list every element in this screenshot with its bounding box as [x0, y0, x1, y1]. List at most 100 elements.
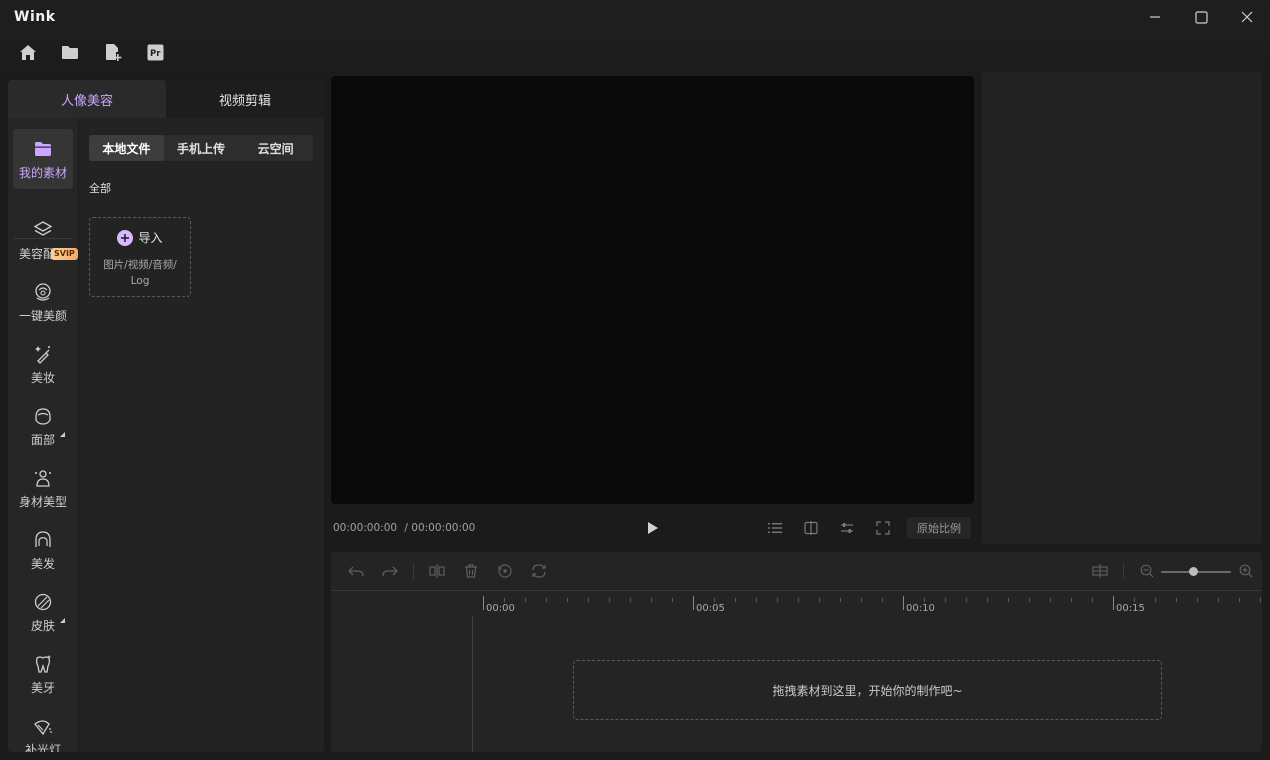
redo-button[interactable]: [381, 562, 399, 580]
play-button[interactable]: [644, 519, 662, 537]
nav-face[interactable]: 面部: [13, 396, 73, 456]
nav-hair[interactable]: 美发: [13, 520, 73, 580]
zoom-out-button[interactable]: [1138, 562, 1156, 580]
nav-my-materials[interactable]: 我的素材: [13, 129, 73, 189]
freeze-icon: [498, 564, 512, 578]
nav-label: 美妆: [30, 370, 55, 385]
folder-icon: [62, 45, 78, 59]
tooth-icon: [32, 653, 54, 675]
minimize-button[interactable]: [1140, 4, 1170, 30]
premiere-export-button[interactable]: Pr: [145, 42, 165, 62]
compare-button[interactable]: [802, 519, 820, 537]
nav-beauty-recipe[interactable]: 美容配方: [13, 210, 73, 270]
time-ruler[interactable]: 00:00 00:05 00:10 00:15: [331, 592, 1262, 616]
import-row: 导入: [90, 229, 190, 246]
toolbar-separator: [1123, 563, 1124, 579]
split-icon: [429, 564, 445, 578]
properties-panel: [982, 72, 1262, 544]
filter-all[interactable]: 全部: [89, 180, 111, 196]
ruler-label: 00:05: [696, 603, 725, 614]
nav-label: 美牙: [30, 680, 55, 695]
makeup-icon: [32, 343, 54, 365]
face-icon: [32, 405, 54, 427]
current-time: 00:00:00:00: [333, 522, 398, 534]
open-folder-button[interactable]: [60, 42, 80, 62]
layers-icon: [32, 219, 54, 241]
trash-icon: [465, 564, 477, 578]
mode-tabs: 人像美容 视频剪辑: [8, 80, 324, 118]
snap-button[interactable]: [1091, 562, 1109, 580]
list-icon: [768, 523, 782, 533]
svg-text:Pr: Pr: [150, 49, 161, 59]
track-header-divider: [472, 616, 473, 752]
aspect-ratio-button[interactable]: 原始比例: [907, 517, 971, 539]
materials-content: 本地文件 手机上传 云空间 全部 导入 图片/视频/音频/ Log: [80, 118, 324, 752]
import-hint: 图片/视频/音频/ Log: [90, 257, 190, 289]
close-button[interactable]: [1232, 4, 1262, 30]
tab-video-edit[interactable]: 视频剪辑: [166, 80, 324, 118]
undo-icon: [348, 566, 364, 577]
undo-button[interactable]: [347, 562, 365, 580]
import-hint-line1: 图片/视频/音频/: [103, 259, 177, 271]
new-project-button[interactable]: [103, 42, 123, 62]
total-time: / 00:00:00:00: [404, 522, 476, 534]
tab-cloud-space[interactable]: 云空间: [238, 135, 313, 161]
timecode: 00:00:00:00 / 00:00:00:00: [333, 522, 475, 534]
ruler-label: 00:10: [906, 603, 935, 614]
tab-phone-upload[interactable]: 手机上传: [164, 135, 239, 161]
fullscreen-button[interactable]: [874, 519, 892, 537]
hair-icon: [32, 529, 54, 551]
svip-badge: SVIP: [51, 248, 78, 260]
tab-local-files[interactable]: 本地文件: [89, 135, 164, 161]
adjust-icon: [841, 523, 853, 533]
new-file-icon: [105, 43, 121, 61]
title-bar: Wink Pr: [0, 0, 1270, 72]
nav-makeup[interactable]: 美妆: [13, 334, 73, 394]
close-icon: [1241, 11, 1253, 23]
play-icon: [648, 522, 658, 534]
nav-fill-light[interactable]: 补光灯: [13, 706, 73, 752]
skin-icon: [32, 591, 54, 613]
nav-label: 补光灯: [24, 742, 61, 753]
nav-label: 美发: [30, 556, 55, 571]
minimize-icon: [1150, 16, 1160, 18]
nav-label: 皮肤: [30, 618, 55, 633]
nav-one-click-beauty[interactable]: 一键美颜: [13, 272, 73, 332]
zoom-slider-thumb[interactable]: [1189, 567, 1198, 576]
expand-corner-icon: [60, 432, 65, 437]
body-icon: [32, 467, 54, 489]
expand-corner-icon: [60, 618, 65, 623]
side-nav: 我的素材 美容配方 SVIP 一键美颜 美妆 面部 身材美型 美发 皮肤 美牙 …: [8, 118, 79, 752]
folder-icon: [32, 138, 54, 160]
maximize-button[interactable]: [1186, 4, 1216, 30]
adjust-button[interactable]: [838, 519, 856, 537]
video-preview[interactable]: [331, 76, 974, 504]
compare-icon: [804, 521, 818, 535]
nav-label: 我的素材: [18, 165, 67, 180]
maximize-icon: [1194, 10, 1208, 24]
fullscreen-icon: [876, 521, 890, 535]
tab-portrait-beauty[interactable]: 人像美容: [8, 80, 166, 118]
zoom-in-button[interactable]: [1237, 562, 1255, 580]
nav-skin[interactable]: 皮肤: [13, 582, 73, 642]
nav-label: 一键美颜: [18, 308, 67, 323]
ruler-label: 00:15: [1116, 603, 1145, 614]
freeze-frame-button[interactable]: [496, 562, 514, 580]
toolbar-separator: [413, 563, 414, 579]
import-hint-line2: Log: [130, 275, 150, 287]
replace-button[interactable]: [530, 562, 548, 580]
app-title: Wink: [14, 9, 56, 25]
nav-teeth[interactable]: 美牙: [13, 644, 73, 704]
drop-zone[interactable]: 拖拽素材到这里，开始你的制作吧~: [573, 660, 1162, 720]
zoom-out-icon: [1140, 564, 1154, 578]
snap-icon: [1092, 564, 1108, 578]
home-button[interactable]: [18, 42, 38, 62]
split-button[interactable]: [428, 562, 446, 580]
nav-body-shape[interactable]: 身材美型: [13, 458, 73, 518]
import-button[interactable]: 导入 图片/视频/音频/ Log: [89, 217, 191, 297]
import-label: 导入: [138, 231, 163, 245]
nav-label: 面部: [30, 432, 55, 447]
preview-controls: 00:00:00:00 / 00:00:00:00 原始比例: [331, 512, 974, 544]
delete-button[interactable]: [462, 562, 480, 580]
list-button[interactable]: [766, 519, 784, 537]
